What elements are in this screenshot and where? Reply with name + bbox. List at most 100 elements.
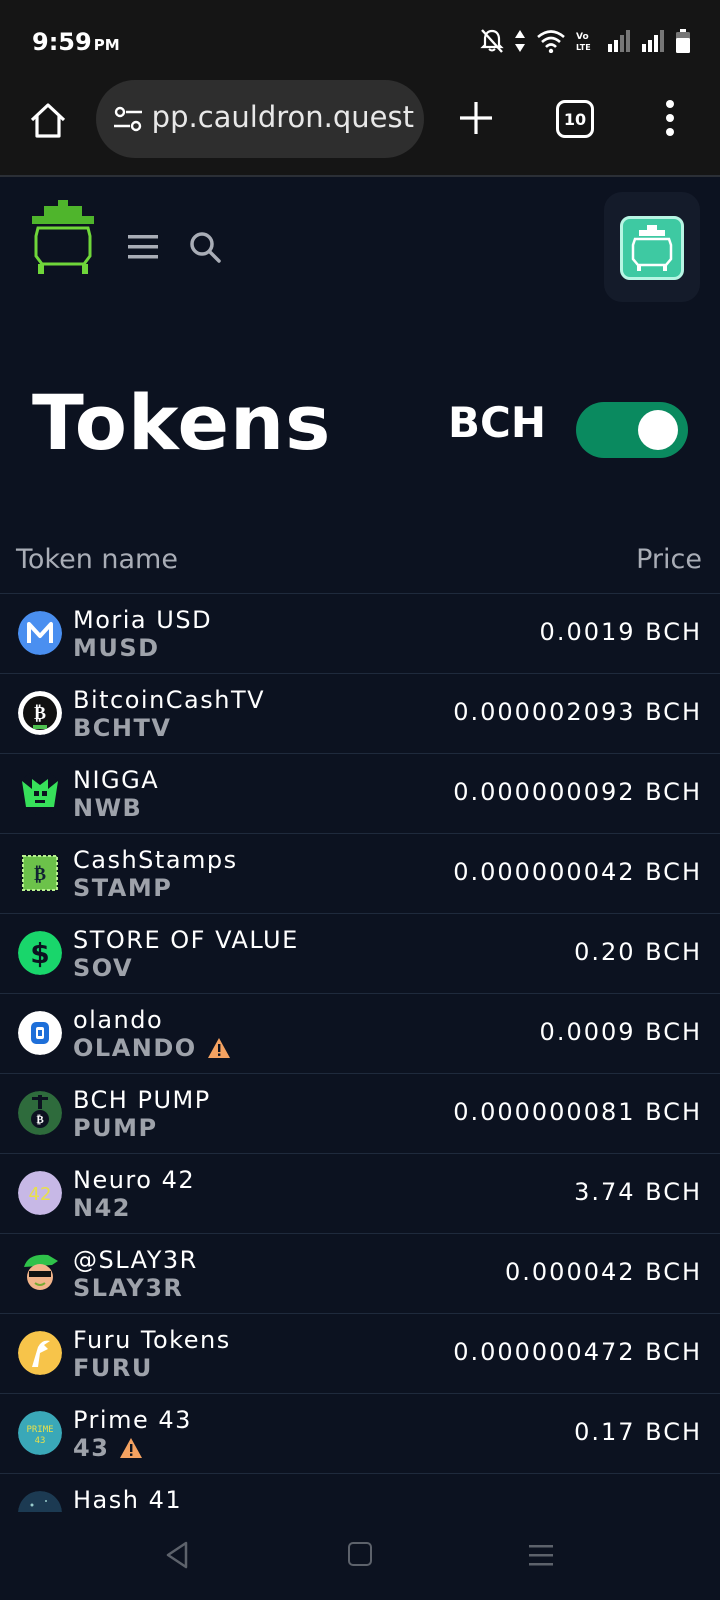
prime-43-icon: PRIME43 bbox=[18, 1411, 62, 1455]
token-symbol: PUMP bbox=[73, 1114, 158, 1142]
table-header: Token name Price bbox=[0, 530, 720, 594]
address-bar[interactable]: app.cauldron.quest bbox=[96, 80, 424, 158]
search-icon[interactable] bbox=[188, 230, 222, 264]
back-icon[interactable] bbox=[164, 1540, 190, 1570]
moria-m-icon bbox=[18, 611, 62, 655]
token-symbol: SLAY3R bbox=[73, 1274, 183, 1302]
token-name: olando bbox=[73, 1006, 164, 1034]
url-text[interactable]: app.cauldron.quest bbox=[154, 100, 414, 134]
home-nav-icon[interactable] bbox=[348, 1542, 372, 1566]
token-row[interactable]: PRIME 43 Prime 43 43 0.17 BCH bbox=[0, 1394, 720, 1474]
warning-icon[interactable] bbox=[119, 1437, 143, 1459]
cauldron-avatar-icon bbox=[631, 225, 673, 271]
status-time-value: 9:59 bbox=[32, 28, 92, 56]
svg-text:LTE: LTE bbox=[576, 43, 591, 52]
token-price: 0.000002093 BCH bbox=[453, 698, 702, 726]
avatar[interactable] bbox=[620, 216, 684, 280]
battery-icon bbox=[676, 29, 690, 53]
neuro-42-icon: 42 bbox=[18, 1171, 62, 1215]
token-price: 0.0019 BCH bbox=[539, 618, 702, 646]
column-header-price[interactable]: Price bbox=[636, 544, 702, 575]
token-row[interactable]: NIGGA NWB 0.000000092 BCH bbox=[0, 754, 720, 834]
cauldron-logo-icon[interactable] bbox=[28, 198, 98, 282]
svg-text:Vo: Vo bbox=[576, 32, 589, 42]
token-name: NIGGA bbox=[73, 766, 160, 794]
token-symbol: STAMP bbox=[73, 874, 172, 902]
token-symbol: 43 bbox=[73, 1434, 143, 1462]
signal-2-icon bbox=[642, 30, 664, 52]
system-nav-bar bbox=[0, 1512, 720, 1600]
dollar-icon: $ bbox=[18, 931, 62, 975]
token-row[interactable]: ₿ CashStamps STAMP 0.000000042 BCH bbox=[0, 834, 720, 914]
volte-icon: VoLTE bbox=[576, 32, 591, 52]
token-symbol: MUSD bbox=[73, 634, 160, 662]
token-symbol-text: MUSD bbox=[73, 634, 160, 662]
hash-41-icon bbox=[18, 1491, 62, 1512]
token-symbol-text: SOV bbox=[73, 954, 134, 982]
token-symbol: NWB bbox=[73, 794, 142, 822]
token-symbol-text: SLAY3R bbox=[73, 1274, 184, 1302]
new-tab-icon[interactable] bbox=[456, 98, 496, 138]
svg-text:₿: ₿ bbox=[34, 864, 46, 885]
status-icons: Vo LTE bbox=[480, 28, 690, 54]
token-row[interactable]: @SLAY3R SLAY3R 0.000042 BCH bbox=[0, 1234, 720, 1314]
token-row[interactable]: olando OLANDO 0.0009 BCH bbox=[0, 994, 720, 1074]
token-price: 0.17 BCH bbox=[574, 1418, 702, 1446]
token-row[interactable]: 42 Neuro 42 N42 3.74 BCH bbox=[0, 1154, 720, 1234]
token-row[interactable]: ₿ BitcoinCashTV BCHTV 0.000002093 BCH bbox=[0, 674, 720, 754]
token-price: 0.0009 BCH bbox=[539, 1018, 702, 1046]
tab-switcher-button[interactable]: 10 bbox=[556, 100, 594, 138]
token-row[interactable]: Moria USD MUSD 0.0019 BCH bbox=[0, 594, 720, 674]
svg-text:₿: ₿ bbox=[36, 1113, 44, 1126]
site-settings-icon[interactable] bbox=[112, 104, 144, 134]
token-price: 0.000000042 BCH bbox=[453, 858, 702, 886]
token-price: 0.20 BCH bbox=[574, 938, 702, 966]
signal-1-icon bbox=[608, 30, 630, 52]
token-symbol: SOV bbox=[73, 954, 133, 982]
wifi-icon bbox=[537, 30, 565, 53]
page-title: Tokens bbox=[32, 378, 332, 467]
token-price: 0.000000092 BCH bbox=[453, 778, 702, 806]
furu-icon bbox=[18, 1331, 62, 1375]
token-price: 0.000042 BCH bbox=[505, 1258, 702, 1286]
svg-text:43: 43 bbox=[35, 1436, 46, 1446]
toggle-knob[interactable] bbox=[638, 410, 678, 450]
currency-label: BCH bbox=[448, 398, 546, 447]
warning-icon[interactable] bbox=[207, 1037, 231, 1059]
token-name: BCH PUMP bbox=[73, 1086, 211, 1114]
token-symbol: OLANDO bbox=[73, 1034, 231, 1062]
token-symbol: FURU bbox=[73, 1354, 153, 1382]
token-row[interactable]: Hash 41 bbox=[0, 1474, 720, 1512]
stamp-icon: ₿ bbox=[18, 851, 62, 895]
currency-toggle[interactable] bbox=[576, 402, 688, 458]
olando-icon bbox=[18, 1011, 62, 1055]
home-icon[interactable] bbox=[28, 100, 68, 140]
token-name: BitcoinCashTV bbox=[73, 686, 266, 714]
token-symbol-text: STAMP bbox=[73, 874, 173, 902]
token-symbol: N42 bbox=[73, 1194, 131, 1222]
token-name: Moria USD bbox=[73, 606, 213, 634]
token-price: 0.000000472 BCH bbox=[453, 1338, 702, 1366]
account-button[interactable] bbox=[604, 192, 700, 302]
token-symbol: BCHTV bbox=[73, 714, 171, 742]
column-header-name[interactable]: Token name bbox=[16, 544, 178, 575]
token-symbol-text: PUMP bbox=[73, 1114, 158, 1142]
token-symbol-text: NWB bbox=[73, 794, 143, 822]
more-menu-icon[interactable] bbox=[660, 98, 680, 138]
svg-text:42: 42 bbox=[29, 1184, 52, 1205]
svg-text:₿: ₿ bbox=[34, 703, 46, 724]
browser-toolbar: app.cauldron.quest 10 bbox=[0, 80, 720, 177]
menu-icon[interactable] bbox=[128, 234, 158, 260]
status-time: 9:59 PM bbox=[32, 28, 120, 56]
slay3r-avatar-icon bbox=[18, 1251, 62, 1295]
status-ampm: PM bbox=[93, 36, 120, 54]
token-symbol-text: N42 bbox=[73, 1194, 131, 1222]
token-row[interactable]: $ STORE OF VALUE SOV 0.20 BCH bbox=[0, 914, 720, 994]
token-price: 3.74 BCH bbox=[574, 1178, 702, 1206]
token-row[interactable]: Furu Tokens FURU 0.000000472 BCH bbox=[0, 1314, 720, 1394]
token-row[interactable]: ₿ BCH PUMP PUMP 0.000000081 BCH bbox=[0, 1074, 720, 1154]
token-name: Neuro 42 bbox=[73, 1166, 196, 1194]
recents-icon[interactable] bbox=[528, 1542, 554, 1568]
token-symbol-text: BCHTV bbox=[73, 714, 172, 742]
token-name: Furu Tokens bbox=[73, 1326, 231, 1354]
